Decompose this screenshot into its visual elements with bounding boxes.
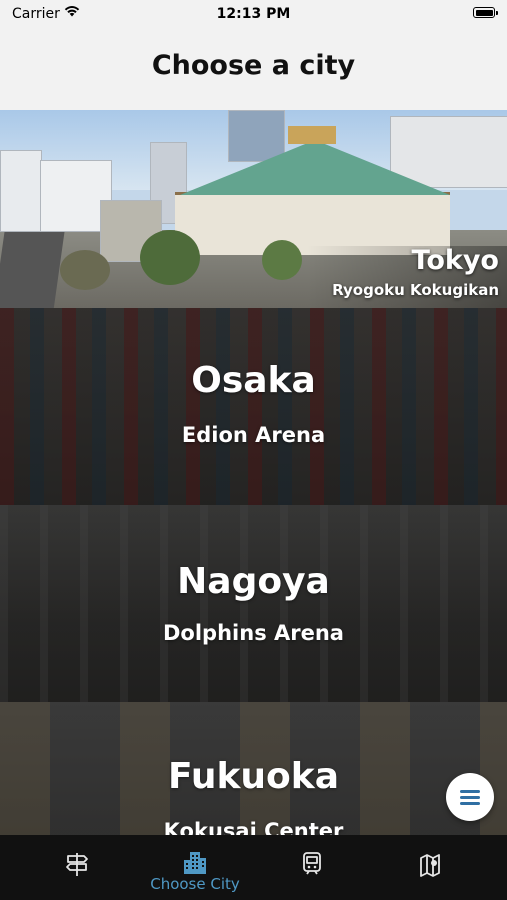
city-name: Osaka	[191, 360, 316, 401]
clock: 12:13 PM	[216, 6, 291, 22]
tab-label: Choose City	[150, 875, 240, 893]
city-card-fukuoka[interactable]: Fukuoka Kokusai Center	[0, 702, 507, 835]
tab-directions[interactable]	[18, 835, 136, 900]
menu-icon	[460, 790, 480, 793]
city-card-nagoya[interactable]: Nagoya Dolphins Arena	[0, 505, 507, 702]
venue-name: Dolphins Arena	[163, 621, 344, 645]
city-name: Nagoya	[177, 561, 330, 602]
city-list[interactable]: Tokyo Ryogoku Kokugikan Osaka Edion Aren…	[0, 110, 507, 835]
map-pin-icon	[420, 854, 440, 877]
tab-choose-city[interactable]: Choose City	[136, 835, 254, 900]
city-card-osaka[interactable]: Osaka Edion Arena	[0, 308, 507, 505]
battery-icon	[473, 7, 498, 18]
signpost-icon	[66, 853, 88, 876]
tab-map[interactable]	[371, 835, 489, 900]
venue-name: Ryogoku Kokugikan	[332, 281, 499, 299]
status-bar: Carrier 12:13 PM	[0, 0, 507, 28]
page-title: Choose a city	[151, 50, 356, 81]
venue-name: Edion Arena	[181, 423, 326, 447]
city-card-tokyo[interactable]: Tokyo Ryogoku Kokugikan	[0, 110, 507, 308]
tab-transport[interactable]	[253, 835, 371, 900]
city-name: Tokyo	[411, 245, 500, 276]
menu-fab-button[interactable]	[446, 773, 494, 821]
nav-header: Choose a city	[0, 28, 507, 111]
city-name: Fukuoka	[168, 756, 339, 797]
train-icon	[303, 852, 321, 875]
venue-name: Kokusai Center	[163, 819, 344, 835]
tab-bar: Choose City	[0, 835, 507, 900]
city-buildings-icon	[184, 852, 206, 874]
